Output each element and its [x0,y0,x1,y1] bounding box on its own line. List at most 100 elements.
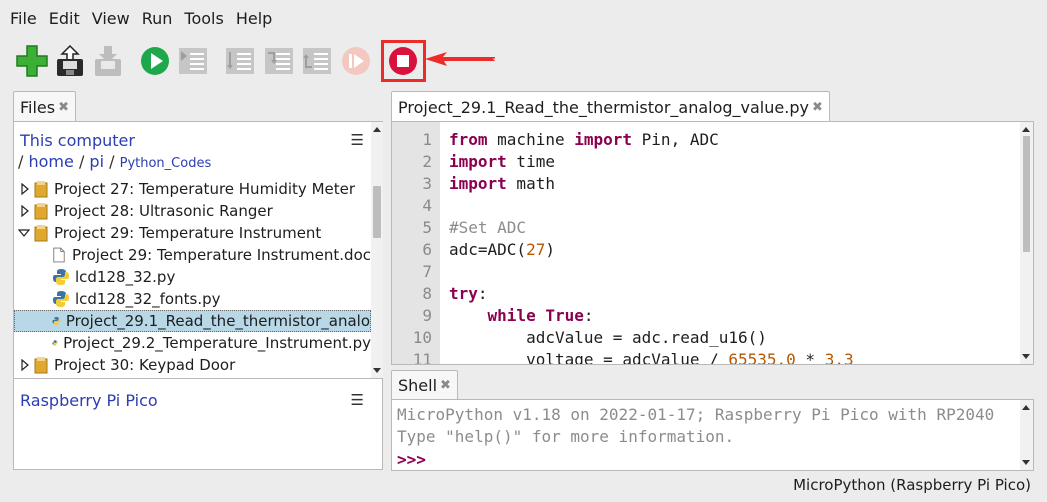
tree-row-doc[interactable]: Project 29: Temperature Instrument.doc [14,244,371,266]
menu-run[interactable]: Run [136,9,179,28]
files-scrollbar[interactable] [371,122,383,378]
tree-row-project28[interactable]: Project 28: Ultrasonic Ranger [14,200,371,222]
crumb-pi[interactable]: pi [89,152,104,171]
scroll-up-icon[interactable] [1020,124,1032,134]
menu-view[interactable]: View [86,9,136,28]
resume-button[interactable] [338,43,374,79]
line-number: 2 [422,152,432,171]
close-icon[interactable]: ✖ [440,378,451,393]
menu-help[interactable]: Help [230,9,278,28]
tree-row-lcd[interactable]: lcd128_32.py [14,266,371,288]
code-editor[interactable]: 1 2 3 4 5 6 7 8 9 10 11 from machine imp… [391,121,1034,365]
python-icon [53,269,69,285]
tab-shell[interactable]: Shell ✖ [391,370,458,399]
code-line: import time [449,152,555,171]
editor-tab-label: Project_29.1_Read_the_thermistor_analog_… [398,97,809,117]
debug-button[interactable] [175,43,211,79]
step-over-button[interactable] [222,43,258,79]
pointer-arrow-icon [425,52,495,66]
menu-edit[interactable]: Edit [43,9,86,28]
step-out-button[interactable] [299,43,335,79]
expand-arrow-icon[interactable] [20,359,30,371]
menu-bar: File Edit View Run Tools Help [0,0,1047,36]
tree-row-label: lcd128_32_fonts.py [75,290,221,308]
scroll-thumb[interactable] [1023,136,1030,252]
line-number: 1 [422,130,432,149]
folder-icon [34,225,48,242]
collapse-arrow-icon[interactable] [18,228,30,238]
scroll-down-icon[interactable] [371,366,383,376]
tree-row-label: Project 27: Temperature Humidity Meter [54,180,356,198]
step-over-icon [226,48,254,74]
tab-files[interactable]: Files ✖ [13,91,77,122]
this-computer-label: This computer [20,131,135,150]
debug-icon [179,48,207,74]
tree-row-selected-file[interactable]: Project_29.1_Read_the_thermistor_analo [14,310,371,332]
save-file-button[interactable] [90,43,126,79]
tree-row-label: Project_29.2_Temperature_Instrument.py [63,334,371,352]
line-number: 8 [422,284,432,303]
crumb-python-codes[interactable]: Python_Codes [120,156,212,171]
open-file-button[interactable] [52,43,88,79]
line-number: 6 [422,240,432,259]
code-line: from machine import Pin, ADC [449,130,719,149]
menu-icon[interactable]: ☰ [351,131,364,149]
tree-row-project29[interactable]: Project 29: Temperature Instrument [14,222,371,244]
line-number: 9 [422,306,432,325]
expand-arrow-icon[interactable] [20,205,30,217]
line-number: 7 [422,262,432,281]
shell-tab-label: Shell [398,375,438,395]
divider [14,378,382,379]
tree-row-project30[interactable]: Project 30: Keypad Door [14,354,371,376]
shell-scrollbar[interactable] [1020,400,1033,470]
document-icon [53,247,65,263]
tree-row-project27[interactable]: Project 27: Temperature Humidity Meter [14,178,371,200]
menu-tools[interactable]: Tools [178,9,229,28]
menu-file[interactable]: File [4,9,43,28]
expand-arrow-icon[interactable] [20,183,30,195]
crumb-separator: / [78,152,85,171]
tab-editor-file[interactable]: Project_29.1_Read_the_thermistor_analog_… [391,91,830,122]
scroll-up-icon[interactable] [371,124,383,134]
save-icon [95,46,121,76]
play-icon [141,47,169,75]
scroll-thumb[interactable] [373,186,381,238]
close-icon[interactable]: ✖ [58,100,69,115]
shell-prompt[interactable]: >>> [397,450,426,469]
files-panel: This computer ☰ / home / pi / Python_Cod… [13,121,383,470]
scroll-up-icon[interactable] [1020,402,1032,412]
open-icon [57,45,83,76]
line-number: 3 [422,174,432,193]
code-line: voltage = adcValue / 65535.0 * 3.3 [449,350,854,365]
code-line: import math [449,174,555,193]
code-line: adc=ADC(27) [449,240,555,259]
tree-row-label: Project 28: Ultrasonic Ranger [54,202,273,220]
device-label: Raspberry Pi Pico [20,391,158,410]
shell-console[interactable]: MicroPython v1.18 on 2022-01-17; Raspber… [391,399,1034,471]
crumb-separator: / [109,152,115,171]
resume-icon [342,47,370,75]
interpreter-status[interactable]: MicroPython (Raspberry Pi Pico) [793,476,1031,494]
step-into-button[interactable] [261,43,297,79]
shell-banner: MicroPython v1.18 on 2022-01-17; Raspber… [397,405,995,424]
code-line: adcValue = adc.read_u16() [449,328,767,347]
scroll-down-icon[interactable] [1020,352,1032,362]
stop-highlight-box [381,40,426,82]
tree-row-temp-instrument[interactable]: Project_29.2_Temperature_Instrument.py [14,332,371,354]
run-button[interactable] [137,43,173,79]
close-icon[interactable]: ✖ [812,100,823,115]
code-line: while True: [487,306,594,325]
step-into-icon [265,48,293,74]
line-number-gutter: 1 2 3 4 5 6 7 8 9 10 11 [392,122,440,364]
scroll-down-icon[interactable] [1020,458,1032,468]
tree-row-label: lcd128_32.py [75,268,176,286]
crumb-home[interactable]: home [28,152,73,171]
tree-row-lcd-fonts[interactable]: lcd128_32_fonts.py [14,288,371,310]
new-file-button[interactable] [14,43,50,79]
code-line: try: [449,284,488,303]
code-comment: #Set ADC [449,218,527,237]
menu-icon[interactable]: ☰ [351,391,364,409]
editor-scrollbar[interactable] [1020,122,1033,364]
breadcrumb: / home / pi / Python_Codes [18,152,211,171]
tree-row-label: Project 29: Temperature Instrument.doc [71,246,371,264]
